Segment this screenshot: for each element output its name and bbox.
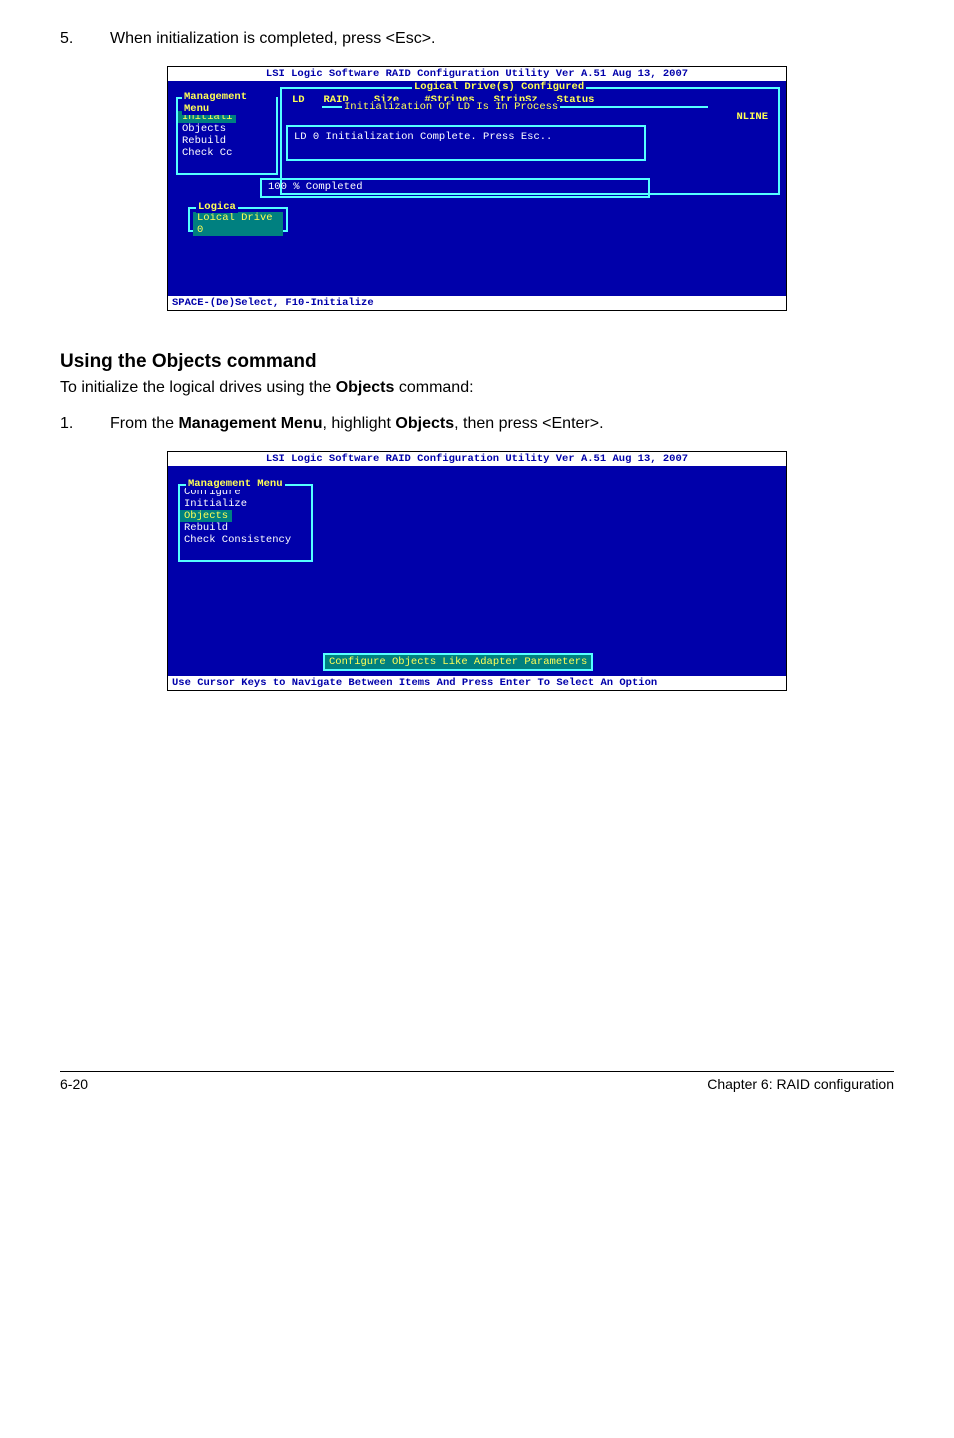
management-menu-box-2[interactable]: Management Menu Configure Initialize Obj…	[178, 484, 313, 562]
logica-title: Logica	[196, 201, 238, 213]
section-intro: To initialize the logical drives using t…	[60, 379, 894, 397]
nline-label: NLINE	[736, 111, 768, 123]
progress-box: 100 % Completed	[260, 178, 650, 198]
init-process-label: Initialization Of LD Is In Process	[342, 101, 560, 113]
screenshot-init-complete: LSI Logic Software RAID Configuration Ut…	[167, 66, 787, 311]
chapter-label: Chapter 6: RAID configuration	[707, 1076, 894, 1092]
step-1: 1. From the Management Menu, highlight O…	[60, 415, 894, 433]
util-titlebar: LSI Logic Software RAID Configuration Ut…	[168, 67, 786, 81]
management-menu-box[interactable]: Management Menu Configure Initiali Objec…	[176, 97, 278, 175]
menu-objects[interactable]: Objects	[178, 123, 276, 135]
logical-drive-list-box: Logica Loical Drive 0	[188, 207, 288, 232]
intro-bold: Objects	[336, 379, 395, 396]
menu-rebuild-2[interactable]: Rebuild	[180, 522, 311, 534]
menu-objects-selected[interactable]: Objects	[180, 510, 232, 522]
section-heading: Using the Objects command	[60, 351, 894, 373]
init-complete-box: LD 0 Initialization Complete. Press Esc.…	[286, 125, 646, 161]
configure-objects-prompt: Configure Objects Like Adapter Parameter…	[323, 653, 593, 671]
t4: Objects	[395, 415, 454, 432]
intro-post: command:	[394, 379, 473, 396]
progress-text: 100 % Completed	[268, 181, 363, 193]
prompt-container: Configure Objects Like Adapter Parameter…	[323, 656, 593, 668]
util-titlebar-2: LSI Logic Software RAID Configuration Ut…	[168, 452, 786, 466]
logical-drive-0[interactable]: Loical Drive 0	[193, 212, 283, 236]
util-footer-hint: SPACE-(De)Select, F10-Initialize	[168, 296, 786, 310]
t1: From the	[110, 415, 178, 432]
page-footer: 6-20 Chapter 6: RAID configuration	[60, 1071, 894, 1092]
menu-check-2[interactable]: Check Consistency	[180, 534, 311, 546]
t2: Management Menu	[178, 415, 322, 432]
step-text: From the Management Menu, highlight Obje…	[110, 415, 894, 433]
menu-check-consistency[interactable]: Check Cc	[178, 147, 276, 159]
logical-drives-title: Logical Drive(s) Configured	[412, 81, 586, 93]
init-complete-message: LD 0 Initialization Complete. Press Esc.…	[294, 131, 552, 143]
t3: , highlight	[322, 415, 395, 432]
step-text: When initialization is completed, press …	[110, 30, 894, 48]
menu-rebuild[interactable]: Rebuild	[178, 135, 276, 147]
step-number: 1.	[60, 415, 110, 433]
t5: , then press <Enter>.	[454, 415, 603, 432]
menu-initialize-2[interactable]: Initialize	[180, 498, 311, 510]
page-number: 6-20	[60, 1076, 88, 1092]
management-menu-title: Management Menu	[182, 91, 276, 115]
util-footer-hint-2: Use Cursor Keys to Navigate Between Item…	[168, 676, 786, 690]
intro-pre: To initialize the logical drives using t…	[60, 379, 336, 396]
step-number: 5.	[60, 30, 110, 48]
screenshot-objects-menu: LSI Logic Software RAID Configuration Ut…	[167, 451, 787, 691]
management-menu-title-2: Management Menu	[186, 478, 285, 490]
step-5: 5. When initialization is completed, pre…	[60, 30, 894, 48]
